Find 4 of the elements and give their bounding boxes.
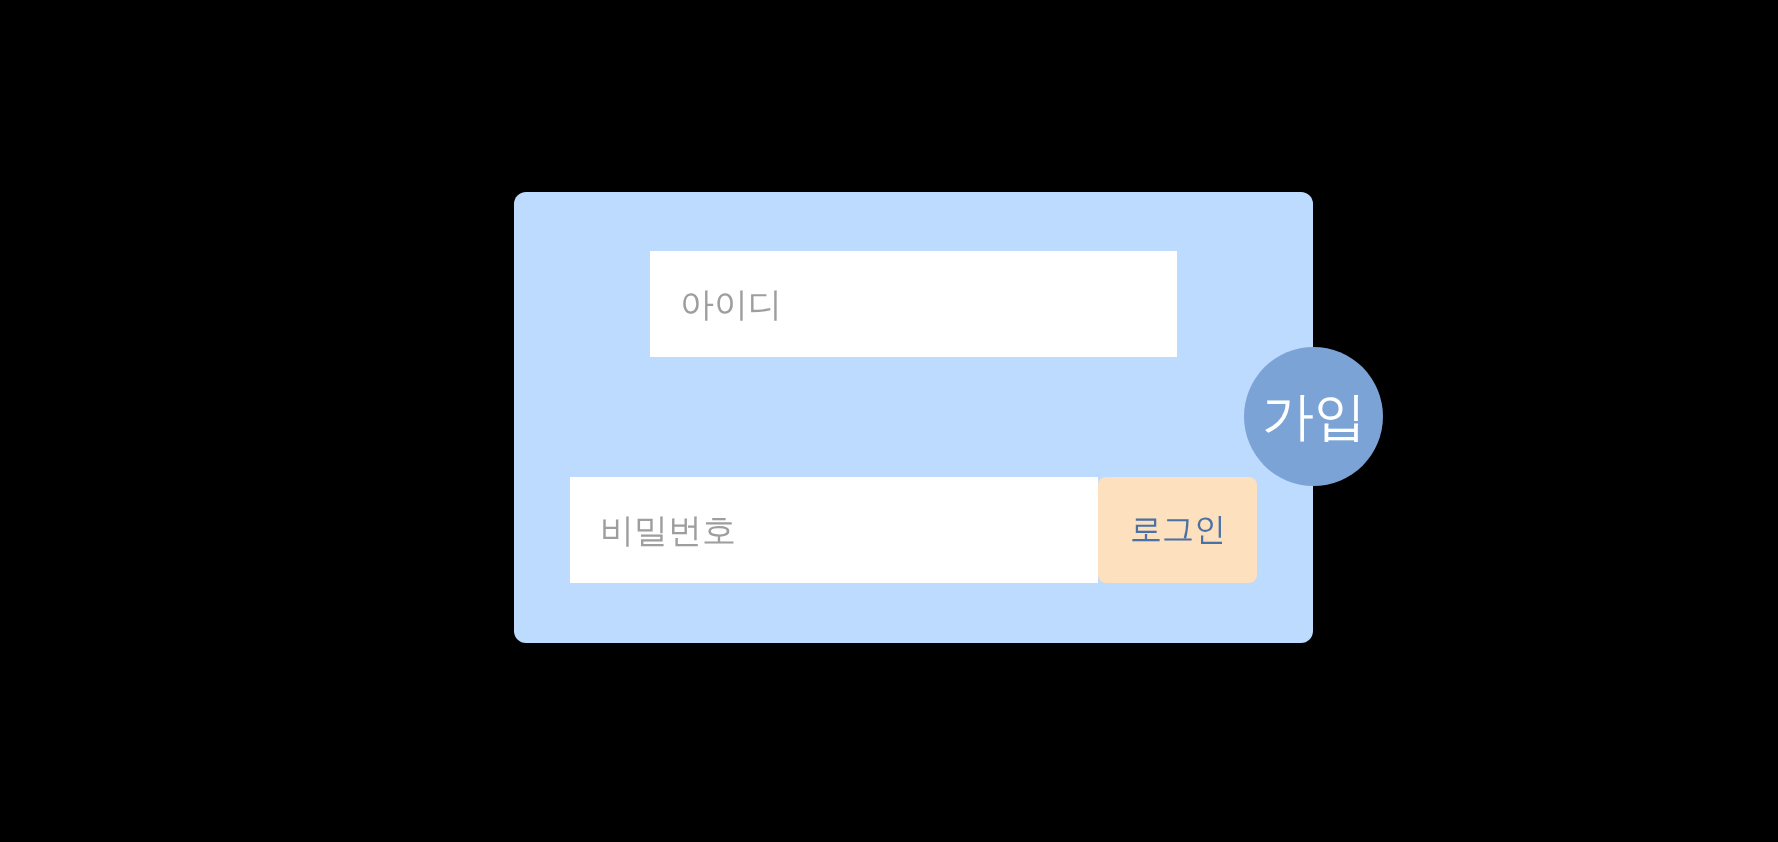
password-input-field[interactable]: 비밀번호 xyxy=(570,477,1098,583)
login-button[interactable]: 로그인 xyxy=(1098,477,1257,583)
join-button[interactable]: 가입 xyxy=(1244,347,1383,486)
id-input-field[interactable]: 아이디 xyxy=(650,251,1177,357)
